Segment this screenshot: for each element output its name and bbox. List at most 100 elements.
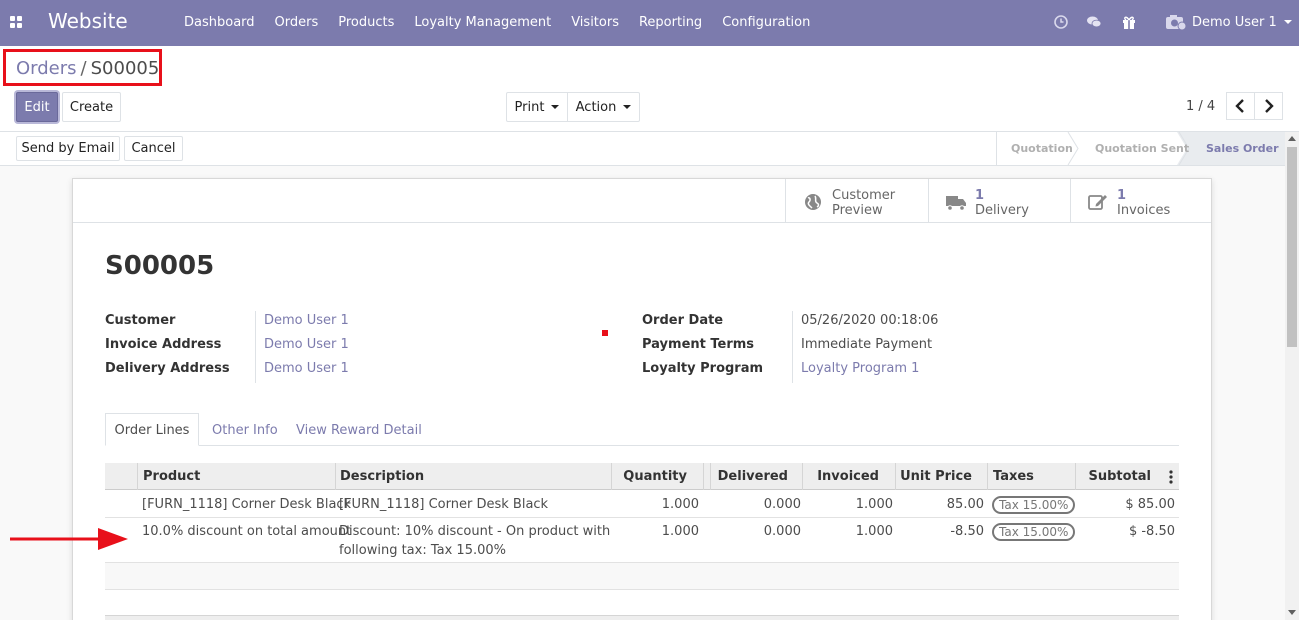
gift-icon[interactable] (1121, 14, 1137, 30)
menu-item-loyalty-management[interactable]: Loyalty Management (414, 15, 551, 30)
row-product: [FURN_1118] Corner Desk Black (142, 497, 352, 512)
caret-down-icon (551, 105, 560, 109)
field-divider (255, 311, 256, 383)
control-panel: Orders / S00005 Edit Create Print Action 1… (0, 46, 1299, 132)
user-name: Demo User 1 (1192, 14, 1277, 30)
menu-item-reporting[interactable]: Reporting (639, 15, 702, 30)
action-dropdown[interactable]: Action (567, 92, 640, 122)
pager-next-button[interactable] (1254, 92, 1283, 120)
row-product: 10.0% discount on total amount (142, 524, 352, 539)
row-quantity: 1.000 (661, 497, 699, 512)
menu-item-orders[interactable]: Orders (275, 15, 319, 30)
stage-sales-order[interactable]: Sales Order (1206, 142, 1279, 155)
column-divider (703, 463, 704, 490)
annotation-dot (602, 330, 608, 336)
customer-link[interactable]: Demo User 1 (264, 313, 349, 328)
loyalty-program-link[interactable]: Loyalty Program 1 (801, 361, 919, 376)
loyalty-program-label: Loyalty Program (642, 361, 764, 376)
delivery-address-link[interactable]: Demo User 1 (264, 361, 349, 376)
scroll-thumb[interactable] (1287, 147, 1297, 347)
order-date-value: 05/26/2020 00:18:06 (801, 313, 939, 328)
column-description[interactable]: Description (340, 469, 424, 484)
chat-icon[interactable] (1086, 14, 1102, 30)
tab-view-reward-detail[interactable]: View Reward Detail (296, 423, 422, 438)
menu-item-products[interactable]: Products (338, 15, 394, 30)
tab-order-lines[interactable]: Order Lines (105, 413, 199, 446)
optional-columns-icon[interactable] (1168, 470, 1174, 484)
row-delivered: 0.000 (763, 497, 801, 512)
caret-down-icon (623, 105, 632, 109)
cancel-button[interactable]: Cancel (124, 136, 183, 161)
clock-icon[interactable] (1053, 14, 1069, 30)
row-subtotal: $ -8.50 (1128, 524, 1175, 539)
row-description-continued: following tax: Tax 15.00% (339, 543, 506, 558)
column-product[interactable]: Product (143, 469, 200, 484)
delivery-address-label: Delivery Address (105, 361, 230, 376)
truck-icon (946, 196, 966, 211)
annotation-arrow (10, 528, 128, 550)
user-avatar-icon (1166, 15, 1187, 31)
table-row[interactable]: [FURN_1118] Corner Desk Black [FURN_1118… (105, 490, 1179, 518)
column-divider (137, 463, 138, 490)
customer-preview-label-2: Preview (832, 203, 883, 218)
column-delivered[interactable]: Delivered (711, 469, 788, 484)
user-menu[interactable]: Demo User 1 (1165, 13, 1292, 31)
edit-button[interactable]: Edit (16, 92, 58, 122)
print-dropdown[interactable]: Print (506, 92, 568, 122)
column-quantity[interactable]: Quantity (612, 469, 687, 484)
field-divider (792, 311, 793, 383)
order-title: S00005 (105, 251, 215, 281)
tab-other-info[interactable]: Other Info (212, 423, 278, 438)
order-date-label: Order Date (642, 313, 724, 328)
top-navbar: Website Dashboard Orders Products Loyalt… (0, 0, 1299, 46)
scroll-down-arrow[interactable] (1288, 610, 1296, 615)
main-menu: Dashboard Orders Products Loyalty Manage… (174, 15, 820, 30)
globe-icon (805, 194, 821, 210)
edit-document-icon (1088, 195, 1107, 210)
column-divider (335, 463, 336, 490)
row-unit-price: -8.50 (950, 524, 984, 539)
row-invoiced: 1.000 (855, 497, 893, 512)
invoices-label: Invoices (1117, 203, 1171, 218)
stage-quotation[interactable]: Quotation (1011, 142, 1073, 155)
column-unit-price[interactable]: Unit Price (895, 469, 972, 484)
menu-item-dashboard[interactable]: Dashboard (184, 15, 255, 30)
table-row[interactable]: 10.0% discount on total amount Discount:… (105, 518, 1179, 563)
column-taxes[interactable]: Taxes (993, 469, 1034, 484)
row-quantity: 1.000 (661, 524, 699, 539)
tax-badge: Tax 15.00% (992, 523, 1076, 541)
menu-item-configuration[interactable]: Configuration (722, 15, 810, 30)
invoices-button[interactable]: 1 Invoices (1070, 179, 1211, 223)
chevron-right-icon (1265, 99, 1274, 113)
app-brand[interactable]: Website (48, 9, 128, 33)
form-sheet: Customer Preview 1 Delivery 1 Invoices S… (72, 178, 1212, 620)
tax-badge: Tax 15.00% (992, 496, 1076, 514)
chevron-left-icon (1235, 99, 1244, 113)
pager-previous-button[interactable] (1226, 92, 1255, 120)
row-invoiced: 1.000 (855, 524, 893, 539)
apps-menu-icon[interactable] (10, 16, 23, 29)
delivery-label: Delivery (975, 203, 1029, 218)
pager-value[interactable]: 1 / 4 (1186, 99, 1215, 114)
send-by-email-button[interactable]: Send by Email (16, 136, 120, 161)
scroll-up-arrow[interactable] (1288, 136, 1296, 141)
delivery-button[interactable]: 1 Delivery (928, 179, 1070, 223)
invoices-count: 1 (1117, 188, 1127, 203)
column-invoiced[interactable]: Invoiced (803, 469, 879, 484)
vertical-scrollbar[interactable] (1285, 132, 1299, 620)
column-divider (987, 463, 988, 490)
create-button[interactable]: Create (62, 92, 121, 122)
customer-preview-label-1: Customer (832, 188, 896, 203)
customer-preview-button[interactable]: Customer Preview (785, 179, 928, 223)
payment-terms-value: Immediate Payment (801, 337, 933, 352)
stage-quotation-sent[interactable]: Quotation Sent (1095, 142, 1189, 155)
print-label: Print (514, 99, 545, 115)
order-lines-header: Product Description Quantity Delivered I… (105, 463, 1179, 490)
row-description: [FURN_1118] Corner Desk Black (339, 497, 549, 512)
stage-pipeline (996, 132, 997, 165)
empty-table-row[interactable] (105, 563, 1179, 590)
column-subtotal[interactable]: Subtotal (1080, 469, 1151, 484)
tabs-baseline (105, 445, 1179, 446)
invoice-address-link[interactable]: Demo User 1 (264, 337, 349, 352)
menu-item-visitors[interactable]: Visitors (571, 15, 619, 30)
